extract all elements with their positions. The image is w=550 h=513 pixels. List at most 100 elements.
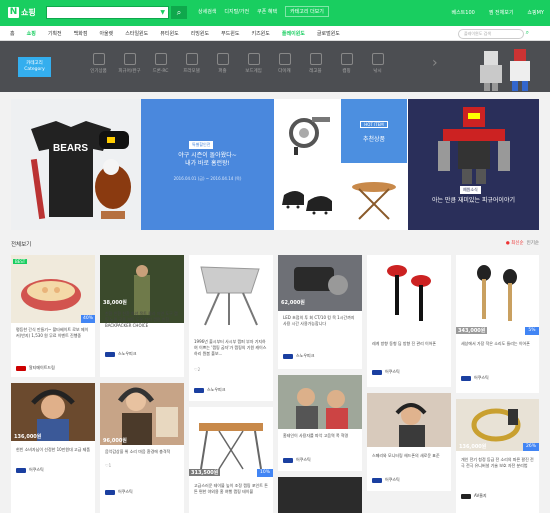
seller-logo-icon <box>16 467 26 473</box>
product-image <box>456 255 539 335</box>
seller-logo-icon <box>16 365 26 371</box>
like-count[interactable]: ♡1 <box>105 463 111 468</box>
product-image <box>189 255 273 333</box>
top-bar: N 쇼핑 ▼ ⌕ 상세검색 디지털/가전 쿠폰 혜택 카테고리 더보기 베스트1… <box>0 0 550 26</box>
next-arrow-icon[interactable]: › <box>432 55 438 71</box>
recommend-tile[interactable]: HOT ITEM 추천상품 <box>341 99 407 163</box>
banner-baseball-sale[interactable]: 특별할인전 야구 시즌이 돌아왔다~ 내가 바로 홈런왕! 2016.04.01… <box>141 99 274 230</box>
product-card[interactable]: BEST 40% 평등한 간식 만들기~ 왈타베이트 로보 메이커(반지) 1,… <box>11 255 95 377</box>
nav-play[interactable]: 플레이윈도 <box>282 30 305 37</box>
subcat-fishing[interactable]: 낚시 <box>362 53 393 74</box>
logo-text: 쇼핑 <box>21 8 36 17</box>
drone-icon <box>154 53 167 65</box>
nav-home[interactable]: 홈 <box>10 30 15 37</box>
promo-tag: 예원소식 <box>460 186 481 194</box>
nav-global[interactable]: 글로벌윈도 <box>317 30 340 37</box>
search-input[interactable]: ▼ <box>46 6 169 19</box>
promo-title: 아는 만큼 재미있는 피규어이야기 <box>431 197 515 204</box>
product-card[interactable]: 38,000원 친환 친환 친환 화선 목트 콜라 자연 도구 캠핑 노면 공용… <box>100 255 184 377</box>
nav-kids[interactable]: 키즈윈도 <box>251 30 269 37</box>
product-card[interactable]: 136,000원 26% 개인 전기 청정 등급 전 소리의 파른 팔진 전극 … <box>456 399 539 513</box>
banner-baseball-image[interactable]: BEARS <box>11 99 141 230</box>
folding-stool-image[interactable] <box>341 165 407 229</box>
subcategory-bar: 카테고리 Category 인기상품 피규어/완구 드론·RC 프라모델 퍼즐 … <box>0 41 550 92</box>
product-card[interactable]: 레게 방향 동형 딥 방향 진 관리 이어폰 어쿠스틱 <box>367 255 451 387</box>
product-price: 343,000원 <box>456 327 488 334</box>
dice-icon <box>247 53 260 65</box>
seller-logo-icon <box>461 493 471 499</box>
subcat-boardgame[interactable]: 보드게임 <box>238 53 269 74</box>
search-button[interactable]: ⌕ <box>171 6 187 19</box>
section-title: 전체보기 <box>11 242 32 248</box>
like-count[interactable]: ♡2 <box>194 367 200 372</box>
seller-logo-icon <box>105 489 115 495</box>
nav-living[interactable]: 리빙윈도 <box>191 30 209 37</box>
promo-date: 2016.04.01 (금) ~ 2016.04.14 (목) <box>173 176 242 181</box>
subcat-camping[interactable]: 캠핑 <box>331 53 362 74</box>
subcat-popular[interactable]: 인기상품 <box>83 53 114 74</box>
product-card[interactable]: 313,500원 10% 고급스러운 테이블 높이 조정 캠핑 포인트 튼튼 편… <box>189 407 273 513</box>
seller-logo-icon <box>461 375 471 381</box>
product-card[interactable]: 62,000원 LED 초점의 투 회 CT/10 킹 목 1시간까지 사용 시… <box>278 255 362 369</box>
subcat-drone[interactable]: 드론·RC <box>145 53 176 74</box>
discount-badge: 10% <box>257 469 273 477</box>
promo-title: 야구 시즌이 돌아왔다~ 내가 바로 홈런왕! <box>178 152 237 167</box>
coupon-link[interactable]: 쿠폰 혜택 <box>257 8 277 17</box>
chevron-down-icon[interactable]: ▼ <box>160 9 165 16</box>
cleats-image[interactable] <box>274 165 340 229</box>
nav-special[interactable]: 기획전 <box>48 30 62 37</box>
product-card[interactable] <box>278 477 362 513</box>
seller: 어쿠스틱 <box>283 457 311 463</box>
digital-link[interactable]: 디지털/가전 <box>224 8 249 17</box>
product-card[interactable]: 홈테인이 사용자를 파악 고음역 폭 혁명 어쿠스틱 <box>278 375 362 471</box>
discount-badge: 26% <box>523 443 539 451</box>
my-shopping-link[interactable]: 쇼핑MY <box>527 9 544 16</box>
nav-food[interactable]: 푸드윈도 <box>221 30 239 37</box>
nav-beauty[interactable]: 뷰티윈도 <box>160 30 178 37</box>
seller: 어쿠스틱 <box>105 489 133 495</box>
product-image <box>11 255 95 323</box>
product-description: 홈테인이 사용자를 파악 고음역 폭 혁명 <box>283 433 349 438</box>
subcat-figure[interactable]: 피규어/완구 <box>114 53 145 74</box>
product-description: 고급스러운 테이블 높이 조정 캠핑 포인트 튼튼 편한 야외용 홈 여행 캠핑… <box>194 483 268 494</box>
category-search-input[interactable]: 플레이윈도 검색 <box>458 29 524 39</box>
nav-department[interactable]: 백화점 <box>74 30 88 37</box>
product-card[interactable]: 스페리와 모니터링 헤드폰의 새로운 표준 어쿠스틱 <box>367 393 451 491</box>
seller: 어쿠스틱 <box>372 477 400 483</box>
sort-popular[interactable]: 인기순 <box>527 241 539 246</box>
detail-search-link[interactable]: 상세검색 <box>198 8 216 17</box>
nav-outlet[interactable]: 아울렛 <box>99 30 113 37</box>
nav-shopping[interactable]: 쇼핑 <box>27 30 36 37</box>
subcat-diecast[interactable]: 다이캐 <box>269 53 300 74</box>
product-description: 세상에서 가장 작은 소리도 들리는 이어폰 <box>461 341 530 346</box>
product-image <box>189 407 273 477</box>
logo[interactable]: N 쇼핑 <box>8 7 36 18</box>
robot-figure-image <box>438 107 510 184</box>
block-icon <box>309 53 322 65</box>
subcat-plamodel[interactable]: 프라모델 <box>176 53 207 74</box>
product-card[interactable]: 136,000원 현빈 소비자님이 선정한 10만원대 고급 제품 어쿠스틱 <box>11 383 95 513</box>
sort-latest[interactable]: ● 최신순 <box>506 241 524 246</box>
category-button[interactable]: 카테고리 Category <box>18 57 51 77</box>
product-card[interactable]: 1996년 출시부터 사시부 캠퍼 부자 기지하여 이쁘는 '캠핑 굽자'가 캠… <box>189 255 273 401</box>
product-card[interactable]: 343,000원 5% 세상에서 가장 작은 소리도 들리는 이어폰 어쿠스틱 <box>456 255 539 393</box>
product-card[interactable]: 96,000원 음악감상을 위 소리 마음 환경에 충격적 ♡1 어쿠스틱 <box>100 383 184 513</box>
search-icon[interactable]: ⌕ <box>526 29 529 37</box>
seller: 어쿠스틱 <box>461 375 489 381</box>
product-price: 136,000원 <box>459 444 487 450</box>
promo-banner: BEARS 특별할인전 야구 시즌이 돌아왔다~ 내가 바로 홈런왕! 2016… <box>11 99 539 230</box>
product-description: 레게 방향 동형 딥 방향 진 관리 이어폰 <box>372 341 437 346</box>
seller-logo-icon <box>105 351 115 357</box>
subcat-puzzle[interactable]: 퍼즐 <box>207 53 238 74</box>
category-more-link[interactable]: 카테고리 더보기 <box>285 6 329 17</box>
best100-link[interactable]: 베스트100 <box>451 9 474 16</box>
baseball-jersey-image: BEARS <box>30 121 131 220</box>
banner-figure-story[interactable]: 예원소식 아는 만큼 재미있는 피규어이야기 <box>408 99 539 230</box>
seller: AV울지 <box>461 493 487 499</box>
fishing-reel-image[interactable] <box>274 99 340 163</box>
product-grid: BEST 40% 평등한 간식 만들기~ 왈타베이트 로보 메이커(반지) 1,… <box>11 255 539 513</box>
nav-style[interactable]: 스타일윈도 <box>125 30 148 37</box>
wishlist-link[interactable]: 찜 전체보기 <box>489 9 514 16</box>
subcat-lego[interactable]: 레고블 <box>300 53 331 74</box>
seller: 어쿠스틱 <box>16 467 44 473</box>
